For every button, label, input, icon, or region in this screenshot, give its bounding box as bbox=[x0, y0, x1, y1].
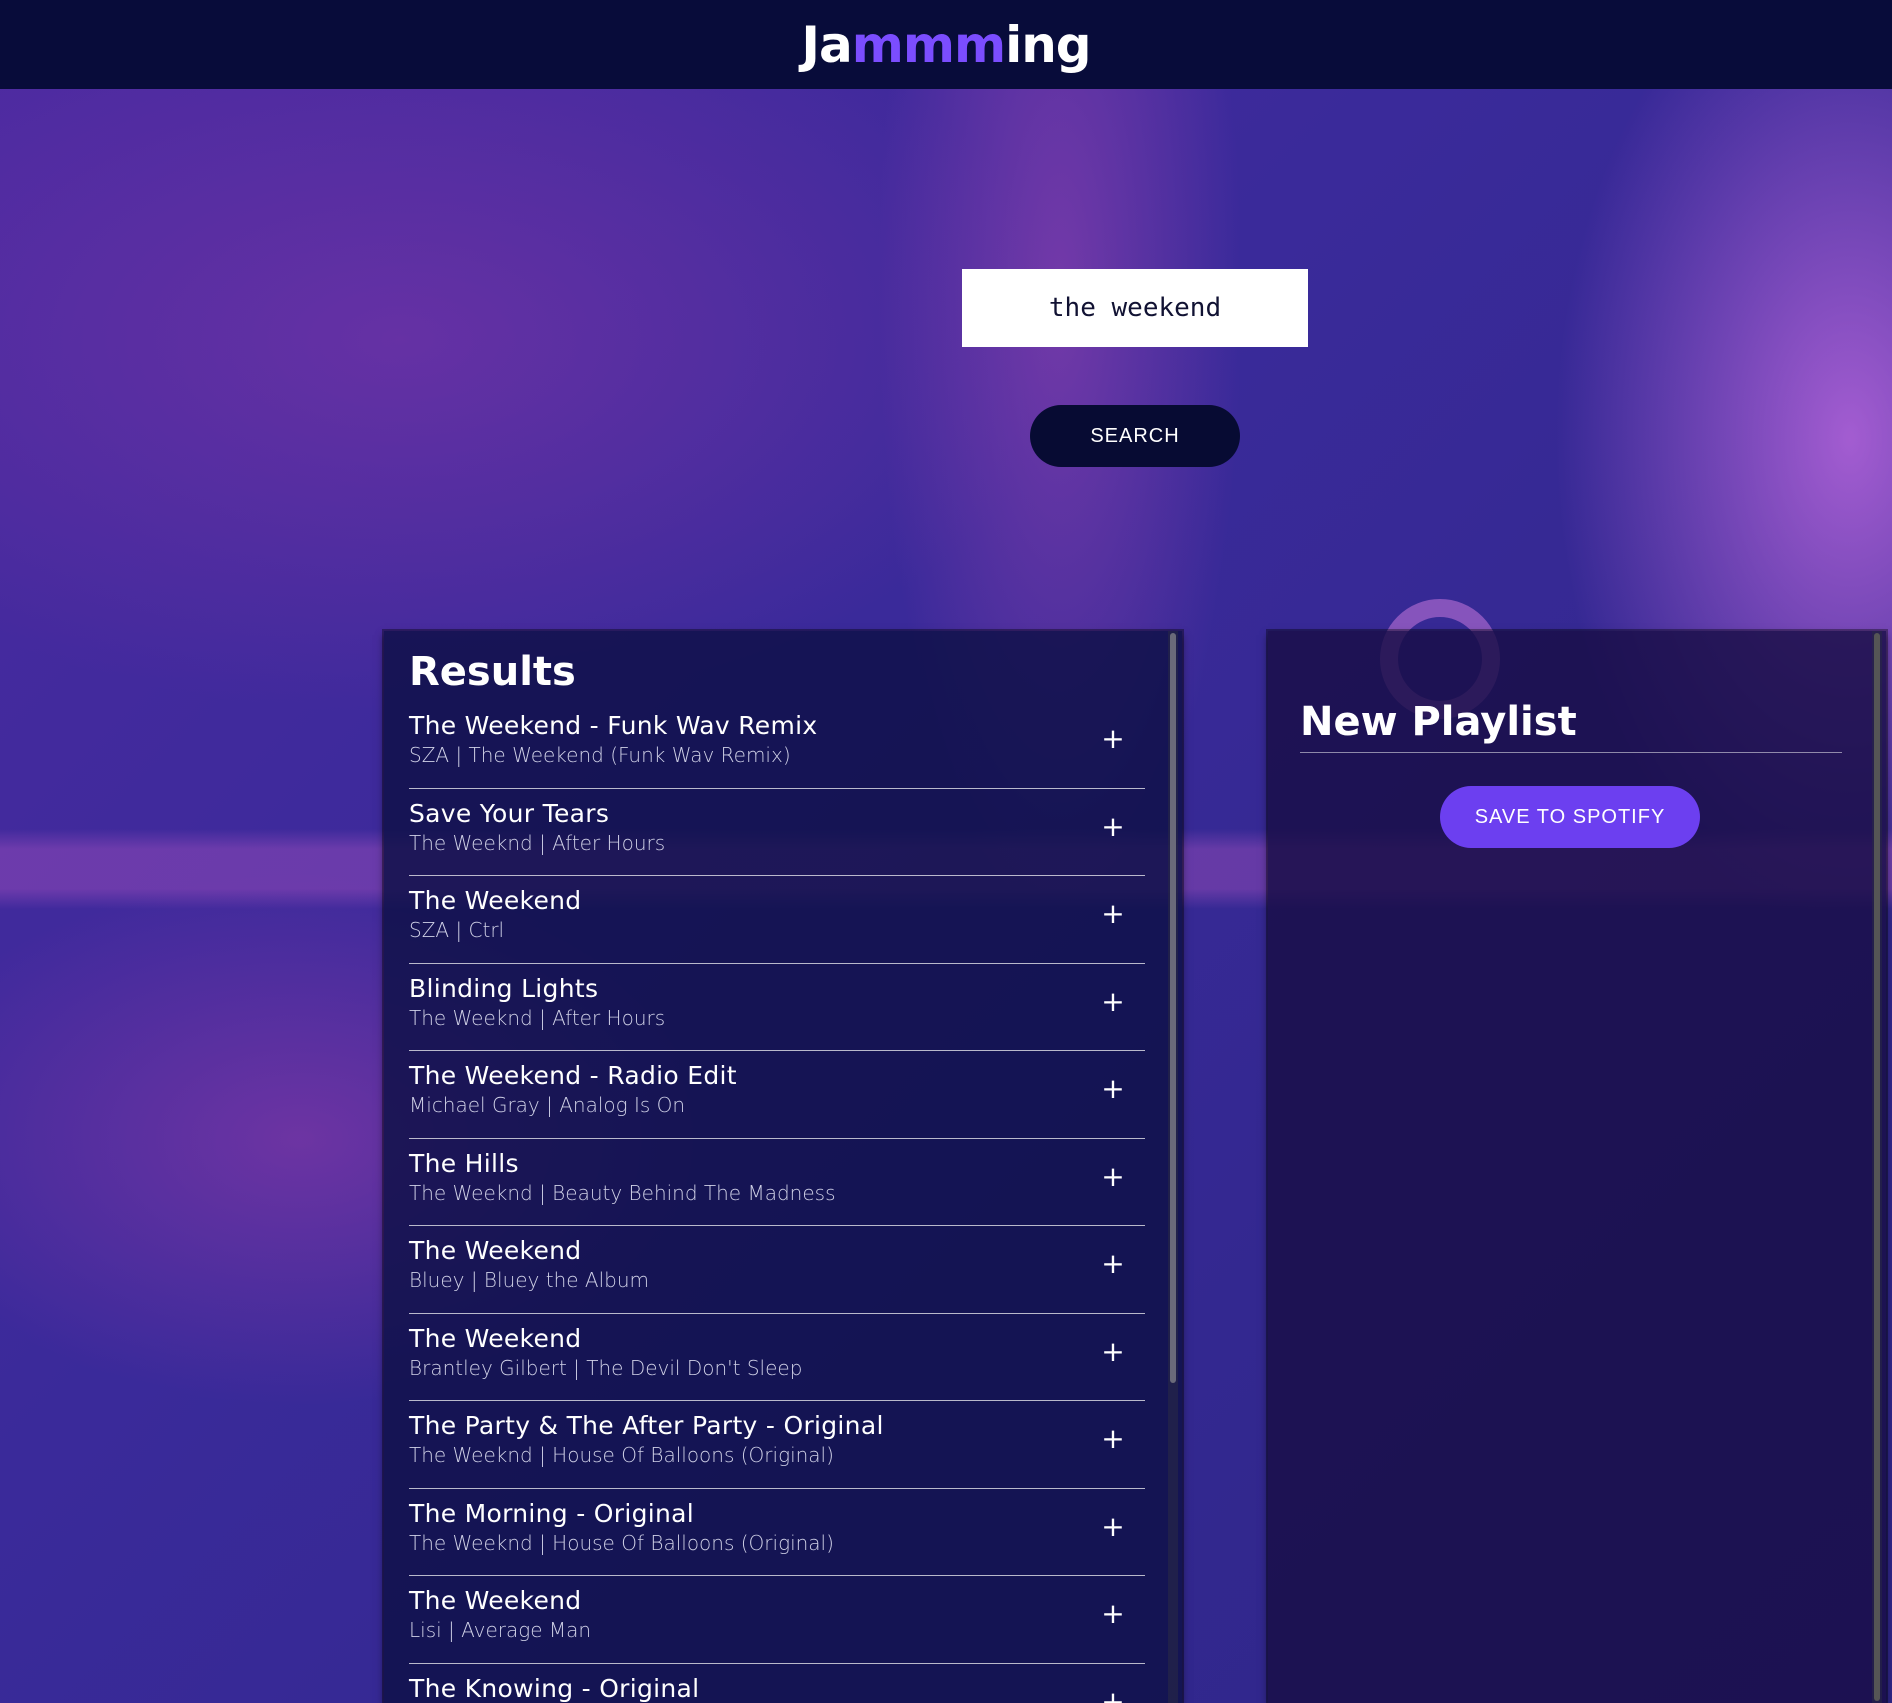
track-name: The Weekend bbox=[409, 1236, 582, 1265]
track-info: Bluey | Bluey the Album bbox=[409, 1268, 650, 1292]
add-track-button[interactable]: + bbox=[1099, 1248, 1127, 1280]
track-item: The Hills The Weeknd | Beauty Behind The… bbox=[409, 1139, 1145, 1226]
track-item: The Weekend Lisi | Average Man + bbox=[409, 1576, 1145, 1664]
logo-text-start: Ja bbox=[801, 15, 852, 74]
track-info: SZA | The Weekend (Funk Wav Remix) bbox=[409, 743, 791, 767]
logo-text-highlight: mmm bbox=[851, 15, 1006, 74]
track-name: Save Your Tears bbox=[409, 798, 610, 828]
track-item: Blinding Lights The Weeknd | After Hours… bbox=[409, 964, 1145, 1051]
track-name: The Weekend - Funk Wav Remix bbox=[409, 711, 818, 740]
add-track-button[interactable]: + bbox=[1099, 1335, 1127, 1368]
app-logo: Jammming bbox=[801, 15, 1092, 74]
add-track-button[interactable]: + bbox=[1099, 1160, 1127, 1193]
track-name: The Knowing - Original bbox=[409, 1673, 700, 1703]
track-item: The Weekend SZA | Ctrl + bbox=[409, 876, 1145, 964]
track-info: SZA | Ctrl bbox=[409, 918, 505, 942]
track-name: Blinding Lights bbox=[409, 973, 599, 1003]
track-info: The Weeknd | House Of Balloons (Original… bbox=[409, 1443, 834, 1467]
add-track-button[interactable]: + bbox=[1099, 985, 1127, 1018]
track-info: The Weeknd | House Of Balloons (Original… bbox=[409, 1530, 834, 1555]
results-track-list: The Weekend - Funk Wav Remix SZA | The W… bbox=[409, 701, 1145, 1703]
search-input[interactable] bbox=[962, 269, 1308, 347]
save-to-spotify-button[interactable]: SAVE TO SPOTIFY bbox=[1440, 786, 1700, 848]
search-button[interactable]: SEARCH bbox=[1030, 405, 1240, 467]
playlist-scrollbar[interactable] bbox=[1872, 631, 1882, 1703]
results-scrollbar[interactable] bbox=[1168, 631, 1178, 1703]
results-panel: Results The Weekend - Funk Wav Remix SZA… bbox=[384, 631, 1182, 1703]
add-track-button[interactable]: + bbox=[1099, 1423, 1127, 1455]
results-title: Results bbox=[409, 649, 576, 695]
track-name: The Weekend - Radio Edit bbox=[409, 1061, 737, 1090]
track-name: The Hills bbox=[409, 1148, 519, 1178]
track-info: The Weeknd | After Hours bbox=[409, 1005, 666, 1030]
playlist-name-input[interactable] bbox=[1300, 691, 1842, 753]
track-info: Michael Gray | Analog Is On bbox=[409, 1093, 686, 1117]
track-item: The Knowing - Original + bbox=[409, 1664, 1145, 1703]
logo-text-end: ing bbox=[1005, 15, 1092, 74]
playlist-scrollbar-thumb[interactable] bbox=[1874, 633, 1880, 1701]
track-item: The Weekend Bluey | Bluey the Album + bbox=[409, 1226, 1145, 1314]
results-scrollbar-thumb[interactable] bbox=[1170, 633, 1176, 1383]
add-track-button[interactable]: + bbox=[1099, 1685, 1127, 1703]
add-track-button[interactable]: + bbox=[1099, 723, 1127, 755]
track-item: The Party & The After Party - Original T… bbox=[409, 1401, 1145, 1489]
track-name: The Weekend bbox=[409, 886, 582, 915]
add-track-button[interactable]: + bbox=[1099, 1510, 1127, 1543]
track-item: The Weekend - Funk Wav Remix SZA | The W… bbox=[409, 701, 1145, 789]
track-item: The Weekend Brantley Gilbert | The Devil… bbox=[409, 1314, 1145, 1401]
track-info: Lisi | Average Man bbox=[409, 1618, 592, 1642]
track-info: The Weeknd | Beauty Behind The Madness bbox=[409, 1180, 836, 1205]
track-item: The Morning - Original The Weeknd | Hous… bbox=[409, 1489, 1145, 1576]
playlist-panel: SAVE TO SPOTIFY bbox=[1268, 631, 1886, 1703]
add-track-button[interactable]: + bbox=[1099, 810, 1127, 843]
app-header: Jammming bbox=[0, 0, 1892, 89]
track-name: The Morning - Original bbox=[409, 1498, 694, 1528]
track-item: Save Your Tears The Weeknd | After Hours… bbox=[409, 789, 1145, 876]
track-item: The Weekend - Radio Edit Michael Gray | … bbox=[409, 1051, 1145, 1139]
track-info: Brantley Gilbert | The Devil Don't Sleep bbox=[409, 1355, 803, 1380]
track-name: The Weekend bbox=[409, 1323, 582, 1353]
add-track-button[interactable]: + bbox=[1099, 898, 1127, 930]
track-name: The Party & The After Party - Original bbox=[409, 1411, 884, 1440]
track-info: The Weeknd | After Hours bbox=[409, 830, 666, 855]
track-name: The Weekend bbox=[409, 1586, 582, 1615]
add-track-button[interactable]: + bbox=[1099, 1598, 1127, 1630]
add-track-button[interactable]: + bbox=[1099, 1073, 1127, 1105]
